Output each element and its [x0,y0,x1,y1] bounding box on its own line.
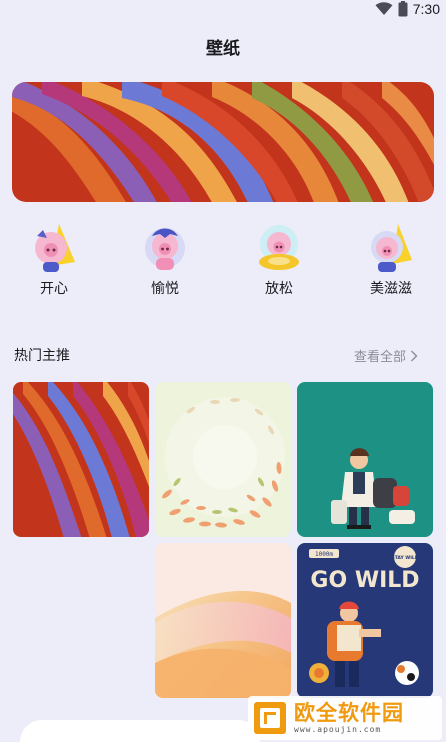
mood-item-delighted[interactable]: 美滋滋 [351,222,431,298]
fish-swirl-thumbnail [155,382,291,537]
mood-label: 美滋滋 [370,281,412,297]
site-watermark: 欧全软件园 www.apoujin.com [248,696,442,740]
wifi-icon [375,2,393,16]
go-wild-poster-thumbnail: 1000m STAY WILD GO WILD [297,543,433,698]
watermark-url: www.apoujin.com [294,724,382,734]
section-title: 热门主推 [14,348,70,364]
poster-badge-right: STAY WILD [391,555,418,561]
site-logo-icon [254,702,286,734]
watermark-title: 欧全软件园 [294,700,404,725]
mood-item-relax[interactable]: 放松 [239,222,319,298]
mood-item-joyful[interactable]: 愉悦 [125,222,205,298]
clock: 7:30 [412,1,440,17]
abstract-ribbons-wallpaper [12,82,434,202]
see-all-label: 查看全部 [353,350,406,365]
wallpaper-tile-ribbons[interactable] [13,382,149,537]
wallpaper-tile-traveler[interactable] [297,382,433,537]
poster-title: GO WILD [310,568,419,593]
bottom-sheet [20,720,260,742]
delighted-pig-avatar [371,224,412,272]
happy-pig-avatar [35,224,75,272]
featured-banner[interactable] [12,82,434,202]
see-all-link[interactable]: 查看全部 [354,346,418,365]
poster-badge-left: 1000m [315,551,333,558]
wallpaper-tile-gradient[interactable] [155,543,291,698]
battery-icon [398,1,408,17]
mood-label: 放松 [265,281,293,297]
wallpaper-tile-go-wild[interactable]: 1000m STAY WILD GO WILD [297,543,433,698]
relax-pig-avatar [259,225,299,270]
status-right: 7:30 [375,1,440,17]
page-title: 壁纸 [206,39,240,59]
status-bar: 7:30 [0,0,446,22]
pastel-gradient-thumbnail [155,543,291,698]
wallpaper-tile-fish-swirl[interactable] [155,382,291,537]
chevron-right-icon [411,350,418,361]
mood-item-happy[interactable]: 开心 [14,222,94,298]
mood-label: 愉悦 [151,281,179,297]
traveler-illustration-thumbnail [297,382,433,537]
mood-categories: 开心 愉悦 放松 美滋滋 [0,222,446,302]
joyful-pig-avatar [145,228,185,270]
mood-label: 开心 [40,281,68,297]
abstract-ribbons-thumbnail [13,382,149,537]
